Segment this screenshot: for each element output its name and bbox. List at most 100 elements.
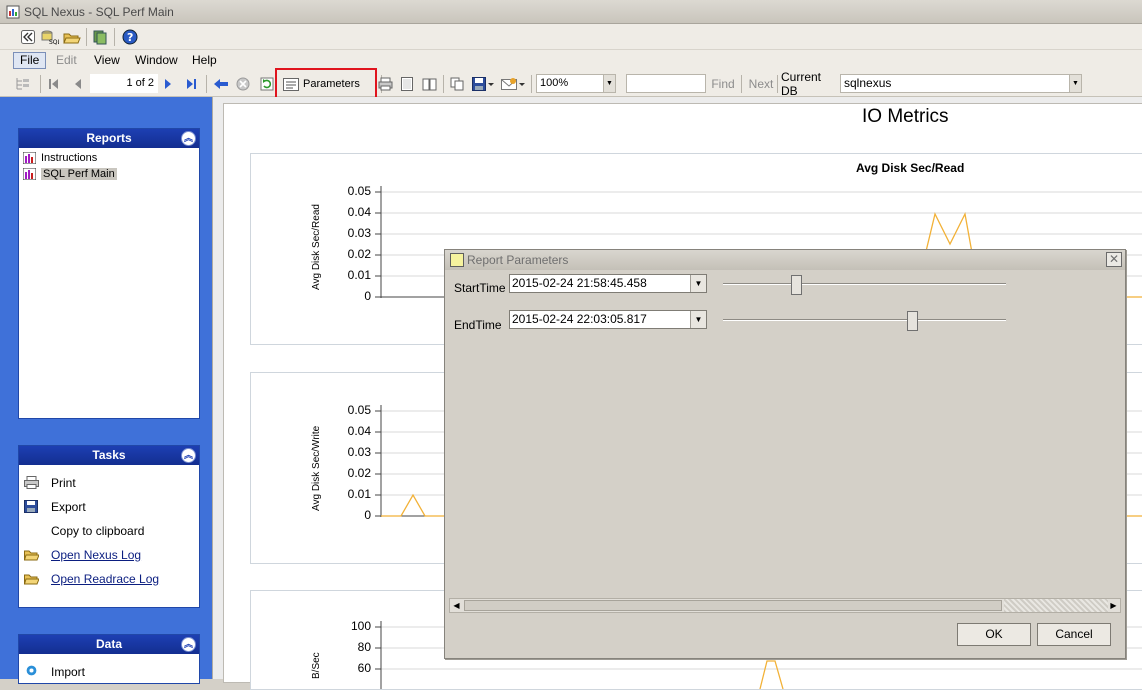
- y-tick: 0.01: [347, 487, 371, 501]
- chevron-down-icon[interactable]: ▼: [690, 311, 706, 328]
- database-icon[interactable]: [90, 27, 110, 47]
- start-time-value: 2015-02-24 21:58:45.458: [512, 276, 647, 290]
- help-icon[interactable]: ?: [120, 27, 140, 47]
- y-tick: 0.05: [347, 184, 371, 198]
- report-item-label: Instructions: [41, 152, 98, 164]
- task-open-nexus-log[interactable]: Open Nexus Log: [19, 543, 199, 567]
- menu-file[interactable]: File: [13, 52, 47, 69]
- save-icon[interactable]: [471, 75, 495, 93]
- task-copy-to-clipboard[interactable]: Copy to clipboard: [19, 519, 199, 543]
- scroll-right-icon[interactable]: ▶: [1107, 599, 1120, 612]
- refresh-icon[interactable]: [258, 75, 276, 93]
- chevron-down-icon[interactable]: ▼: [603, 75, 615, 92]
- task-export[interactable]: Export: [19, 495, 199, 519]
- current-db-label: Current DB: [781, 70, 822, 98]
- start-time-select[interactable]: 2015-02-24 21:58:45.458 ▼: [509, 274, 707, 293]
- end-time-value: 2015-02-24 22:03:05.817: [512, 312, 647, 326]
- parameters-icon: [283, 77, 299, 91]
- menu-window[interactable]: Window: [129, 52, 184, 69]
- previous-page-icon[interactable]: [70, 75, 86, 93]
- data-title: Data: [95, 637, 122, 651]
- last-page-icon[interactable]: [183, 75, 199, 93]
- close-icon: ✕: [1108, 252, 1120, 266]
- y-tick: 0.02: [347, 247, 371, 261]
- tasks-panel: Tasks ︽ Print Export Copy to clipboard O…: [18, 445, 200, 608]
- sql-icon[interactable]: SQL: [40, 27, 60, 47]
- task-print[interactable]: Print: [19, 471, 199, 495]
- find-input[interactable]: [626, 74, 706, 93]
- end-time-label: EndTime: [454, 318, 502, 332]
- back-icon[interactable]: [18, 27, 38, 47]
- task-label: Print: [51, 476, 76, 490]
- document-map-icon[interactable]: [10, 75, 36, 93]
- end-time-slider-thumb[interactable]: [907, 311, 919, 331]
- tasks-header[interactable]: Tasks ︽: [19, 446, 199, 465]
- next-button[interactable]: Next: [748, 75, 774, 93]
- end-time-select[interactable]: 2015-02-24 22:03:05.817 ▼: [509, 310, 707, 329]
- data-panel: Data ︽ Import: [18, 634, 200, 684]
- print-icon[interactable]: [376, 75, 394, 93]
- scrollbar-thumb[interactable]: [464, 600, 1002, 611]
- scroll-left-icon[interactable]: ◀: [450, 599, 463, 612]
- dialog-title-bar[interactable]: Report Parameters ✕: [445, 250, 1125, 270]
- first-page-icon[interactable]: [46, 75, 62, 93]
- cancel-button[interactable]: Cancel: [1037, 623, 1111, 646]
- collapse-icon[interactable]: ︽: [181, 131, 196, 146]
- ok-button[interactable]: OK: [957, 623, 1031, 646]
- stop-icon[interactable]: [234, 75, 252, 93]
- email-icon[interactable]: [500, 75, 526, 93]
- parameters-icon: [450, 253, 464, 267]
- open-folder-icon[interactable]: [62, 27, 82, 47]
- find-button[interactable]: Find: [710, 75, 736, 93]
- horizontal-scrollbar[interactable]: ◀ ▶: [449, 598, 1121, 613]
- menu-help[interactable]: Help: [186, 52, 223, 69]
- y-tick: 0: [364, 508, 371, 522]
- copy-icon[interactable]: [448, 75, 466, 93]
- parameters-button[interactable]: Parameters: [283, 75, 369, 93]
- report-parameters-dialog: Report Parameters ✕ StartTime 2015-02-24…: [444, 249, 1126, 659]
- y-tick: 0.05: [347, 403, 371, 417]
- menu-view[interactable]: View: [88, 52, 126, 69]
- next-page-icon[interactable]: [161, 75, 175, 93]
- menu-bar: File Edit View Window Help: [0, 50, 1142, 71]
- current-db-select[interactable]: sqlnexus ▼: [840, 74, 1082, 93]
- reports-header[interactable]: Reports ︽: [19, 129, 199, 148]
- print-icon: [24, 476, 39, 489]
- task-open-readrace-log[interactable]: Open Readrace Log: [19, 567, 199, 591]
- task-label: Copy to clipboard: [51, 524, 145, 538]
- close-button[interactable]: ✕: [1106, 252, 1122, 267]
- gear-icon: [26, 665, 37, 676]
- chevron-down-icon[interactable]: ▼: [690, 275, 706, 292]
- data-header[interactable]: Data ︽: [19, 635, 199, 654]
- print-layout-icon[interactable]: [398, 75, 416, 93]
- zoom-select[interactable]: 100% ▼: [536, 74, 616, 93]
- report-item-sql-perf-main[interactable]: SQL Perf Main: [19, 166, 199, 182]
- menu-edit[interactable]: Edit: [50, 52, 83, 69]
- standard-toolbar: SQL ?: [0, 24, 1142, 50]
- y-tick: 100: [350, 619, 371, 633]
- svg-text:?: ?: [127, 31, 133, 44]
- task-label: Open Nexus Log: [51, 548, 142, 562]
- start-time-label: StartTime: [454, 281, 506, 295]
- back-arrow-icon[interactable]: [212, 75, 230, 93]
- page-setup-icon[interactable]: [420, 75, 438, 93]
- parameters-label: Parameters: [303, 78, 360, 90]
- y-tick: 0.03: [347, 445, 371, 459]
- page-indicator[interactable]: 1 of 2: [90, 74, 158, 93]
- y-tick: 0.01: [347, 268, 371, 282]
- report-item-instructions[interactable]: Instructions: [19, 150, 199, 166]
- end-time-slider-track[interactable]: [723, 319, 1006, 321]
- collapse-icon[interactable]: ︽: [181, 637, 196, 652]
- y-axis-label: B/Sec: [311, 652, 322, 679]
- chevron-down-icon[interactable]: ▼: [1069, 75, 1081, 92]
- data-import[interactable]: Import: [19, 660, 199, 684]
- start-time-slider-track[interactable]: [723, 283, 1006, 285]
- start-time-slider-thumb[interactable]: [791, 275, 803, 295]
- y-axis-label: Avg Disk Sec/Read: [311, 204, 322, 290]
- y-axis-label: Avg Disk Sec/Write: [311, 425, 322, 511]
- scrollbar-track[interactable]: [1004, 599, 1108, 612]
- y-tick: 0: [364, 289, 371, 303]
- reports-panel: Reports ︽ Instructions SQL Perf Main: [18, 128, 200, 419]
- collapse-icon[interactable]: ︽: [181, 448, 196, 463]
- left-panel: Reports ︽ Instructions SQL Perf Main Tas…: [0, 97, 212, 684]
